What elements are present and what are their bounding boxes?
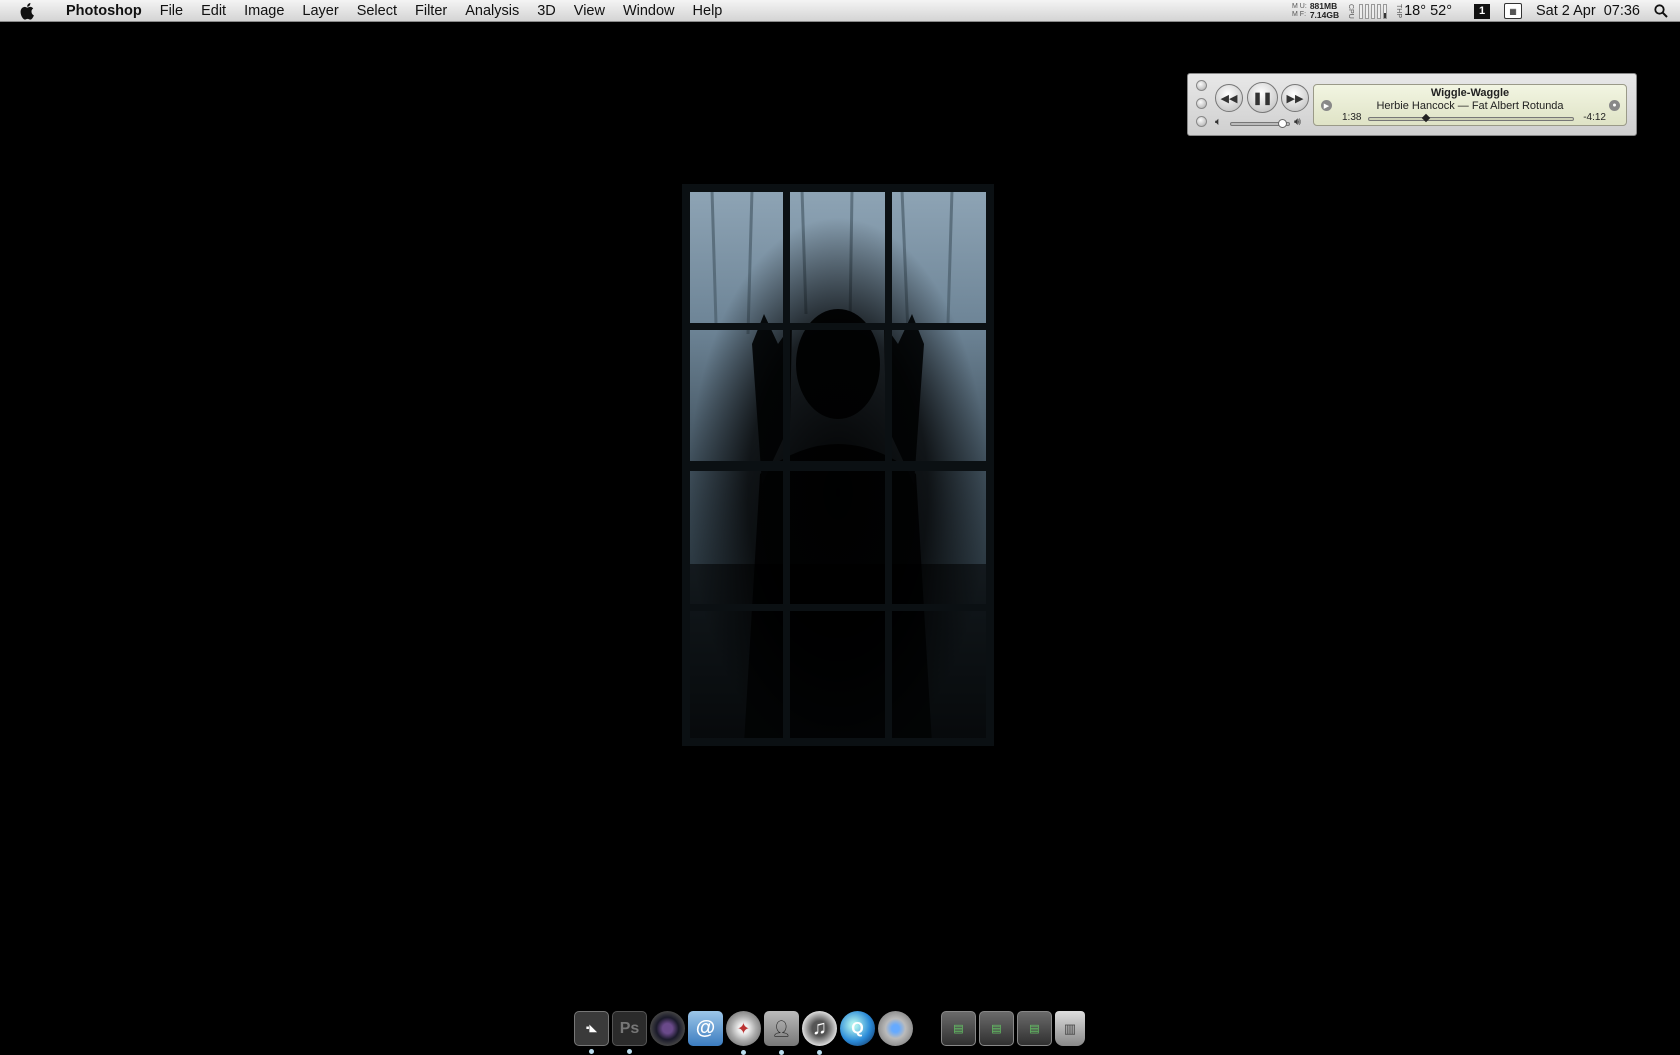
spotlight-search-icon[interactable]	[1654, 4, 1668, 18]
spaces-indicator[interactable]: 1	[1474, 3, 1490, 19]
photoshop-label: Ps	[619, 1019, 640, 1037]
running-indicator	[741, 1050, 746, 1055]
menu-view[interactable]: View	[565, 0, 614, 22]
menu-filter[interactable]: Filter	[406, 0, 456, 22]
menu-file[interactable]: File	[151, 0, 192, 22]
mem-f-label: M F:	[1292, 11, 1307, 18]
itunes-mini-player: ◀◀ ❚❚ ▶▶ 🔈︎ 🔊︎ ▶ Wiggle-Waggle Herbie Ha…	[1187, 73, 1637, 136]
finder-glyph: ▪◣	[585, 1023, 598, 1034]
finder-icon[interactable]: ▪◣	[574, 1011, 609, 1054]
fast-forward-icon: ▶▶	[1286, 92, 1304, 105]
pause-icon: ❚❚	[1252, 90, 1273, 105]
compass-glyph: ✦	[736, 1020, 751, 1038]
menu-3d[interactable]: 3D	[528, 0, 565, 22]
running-indicator	[817, 1050, 822, 1055]
rewind-icon: ◀◀	[1220, 92, 1238, 105]
pause-button[interactable]: ❚❚	[1247, 82, 1278, 113]
track-title: Wiggle-Waggle	[1430, 87, 1510, 99]
previous-track-button[interactable]: ◀◀	[1215, 84, 1243, 112]
memory-free: 7.14GB	[1309, 10, 1340, 20]
temperature-monitor[interactable]: THP 18° 52°	[1395, 3, 1452, 19]
stack-glyph: ▤	[1029, 1023, 1040, 1035]
now-playing-display: ▶ Wiggle-Waggle Herbie Hancock — Fat Alb…	[1313, 84, 1627, 126]
cpu-monitor[interactable]: CPU	[1347, 3, 1388, 19]
mem-u-label: M U:	[1292, 3, 1307, 10]
apple-menu-icon[interactable]	[18, 1, 38, 21]
stack-glyph: ▤	[953, 1023, 964, 1035]
clock[interactable]: Sat 2 Apr 07:36	[1536, 3, 1640, 19]
trash-icon[interactable]: ▥	[1055, 1011, 1085, 1046]
temperature-readout: 18° 52°	[1404, 3, 1452, 19]
remaining-time: -4:12	[1583, 112, 1606, 123]
downloads-stack-icon[interactable]: ▤	[979, 1011, 1014, 1046]
volume-high-icon: 🔊︎	[1294, 116, 1301, 128]
music-note-glyph: ♫	[812, 1017, 827, 1039]
volume-slider[interactable]	[1230, 119, 1290, 128]
mail-icon[interactable]: @	[688, 1011, 723, 1046]
cpu-label: CPU	[1347, 3, 1355, 19]
temp-label: THP	[1395, 4, 1403, 18]
dock: ▪◣ Ps @ ✦ 👤︎ ♫ Q ▤ ▤ ▤ ▥	[574, 998, 1085, 1055]
calendar-menu-icon[interactable]: ▦	[1504, 3, 1522, 19]
menu-layer[interactable]: Layer	[293, 0, 347, 22]
track-artist-album: Herbie Hancock — Fat Albert Rotunda	[1376, 100, 1564, 112]
playhead[interactable]	[1421, 113, 1431, 123]
menu-extras: M U: M F: 881MB 7.14GB CPU THP 18° 52° 1…	[1284, 0, 1680, 22]
documents-stack-icon[interactable]: ▤	[941, 1011, 976, 1046]
menu-analysis[interactable]: Analysis	[456, 0, 528, 22]
itunes-icon[interactable]: ♫	[802, 1011, 837, 1055]
system-preferences-icon[interactable]	[878, 1011, 913, 1046]
desktop-picture-window	[682, 184, 994, 746]
memory-monitor[interactable]: M U: M F: 881MB 7.14GB	[1292, 2, 1339, 20]
volume-low-icon: 🔈︎	[1215, 116, 1222, 128]
photoshop-icon[interactable]: Ps	[612, 1011, 647, 1054]
zoom-button[interactable]	[1196, 116, 1207, 127]
minimize-button[interactable]	[1196, 98, 1207, 109]
menu-help[interactable]: Help	[684, 0, 732, 22]
running-indicator	[779, 1050, 784, 1055]
app-menu-photoshop[interactable]: Photoshop	[52, 0, 151, 22]
person-glyph: 👤︎	[771, 1020, 792, 1038]
menu-select[interactable]: Select	[348, 0, 406, 22]
menu-image[interactable]: Image	[235, 0, 293, 22]
playback-progress-bar[interactable]	[1368, 113, 1574, 123]
menu-edit[interactable]: Edit	[192, 0, 235, 22]
menu-bar: Photoshop File Edit Image Layer Select F…	[0, 0, 1680, 22]
volume-slider-thumb[interactable]	[1278, 119, 1288, 128]
aperture-icon[interactable]	[650, 1011, 685, 1046]
stack-glyph: ▤	[991, 1023, 1002, 1035]
applications-stack-icon[interactable]: ▤	[1017, 1011, 1052, 1046]
close-button[interactable]	[1196, 80, 1207, 91]
menu-window[interactable]: Window	[614, 0, 684, 22]
quicktime-icon[interactable]: Q	[840, 1011, 875, 1046]
display-toggle-icon[interactable]: ●	[1609, 100, 1620, 111]
cpu-meter	[1359, 3, 1388, 19]
trash-glyph: ▥	[1063, 1020, 1077, 1036]
q-glyph: Q	[851, 1019, 864, 1037]
safari-icon[interactable]: ✦	[726, 1011, 761, 1055]
next-track-button[interactable]: ▶▶	[1281, 84, 1309, 112]
elapsed-time: 1:38	[1342, 112, 1362, 123]
address-book-icon[interactable]: 👤︎	[764, 1011, 799, 1055]
